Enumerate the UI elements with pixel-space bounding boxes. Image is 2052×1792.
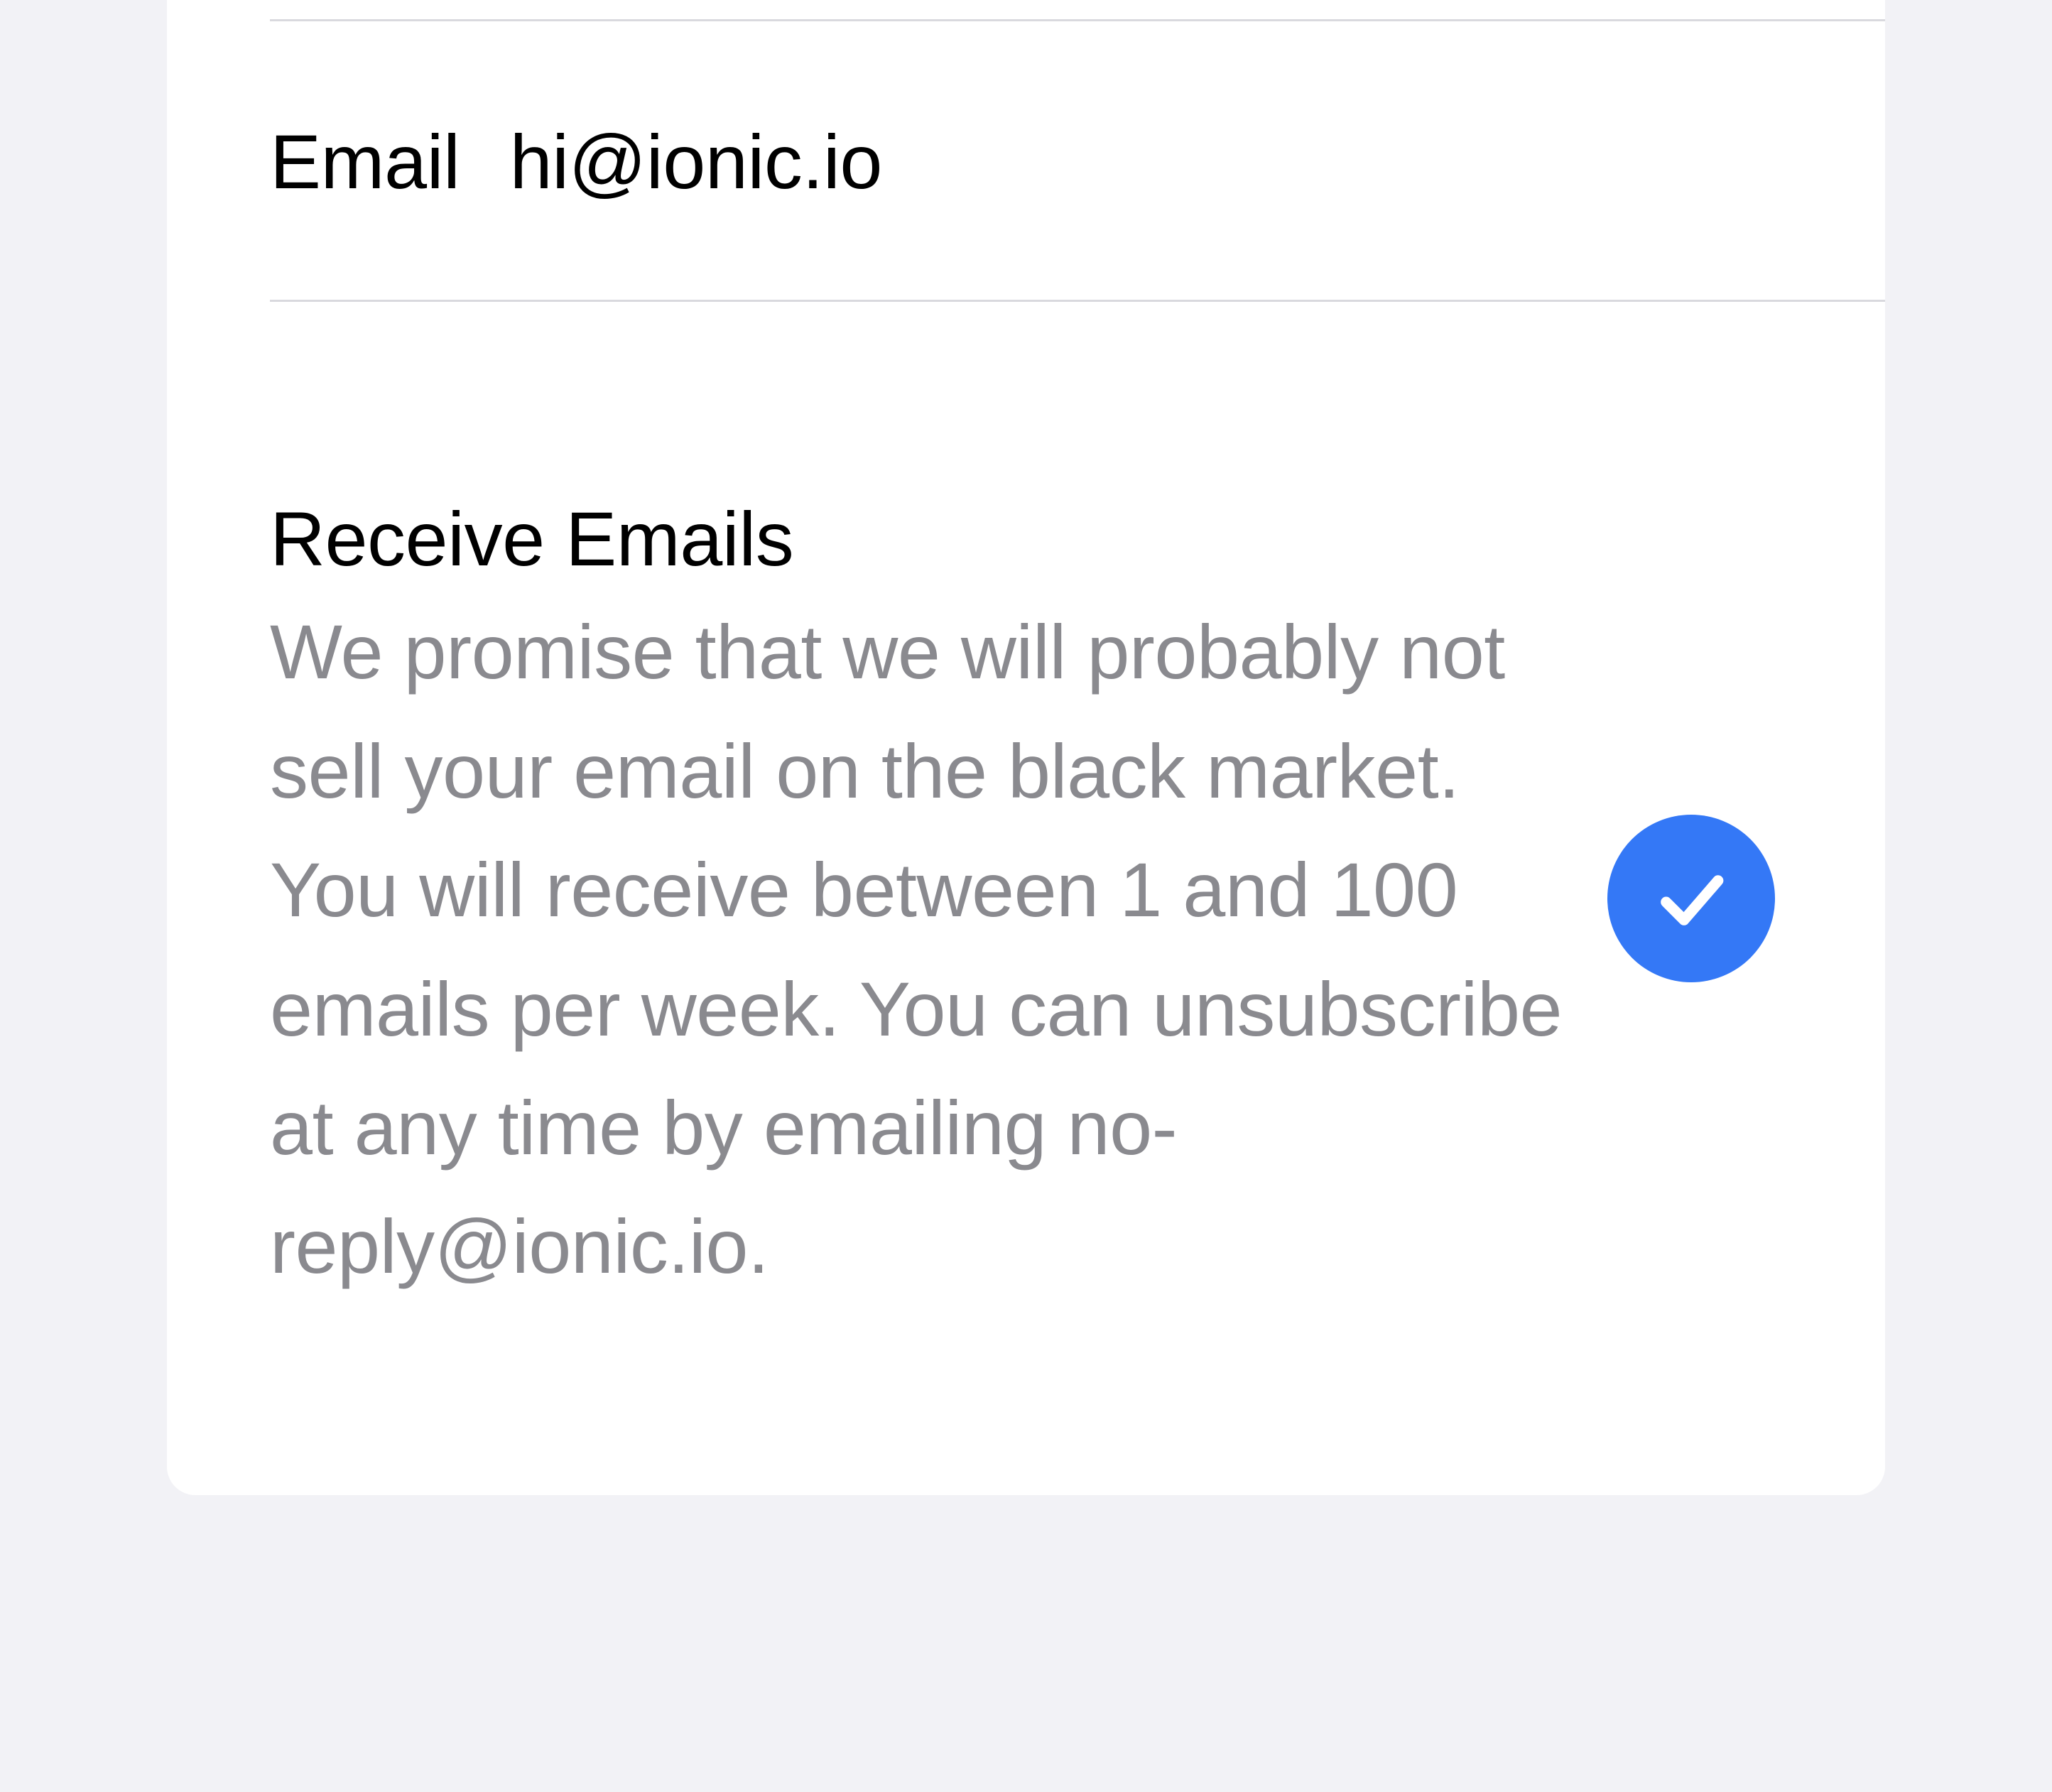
receive-emails-row: Receive Emails We promise that we will p… xyxy=(167,302,1885,1495)
email-label: Email xyxy=(270,116,510,208)
receive-emails-checkbox[interactable] xyxy=(1607,815,1775,982)
name-row: Name xyxy=(167,0,1885,21)
receive-emails-text: Receive Emails We promise that we will p… xyxy=(270,388,1607,1408)
settings-card: Name Email Receive Emails We promise tha… xyxy=(167,0,1885,1495)
email-input[interactable] xyxy=(510,116,1782,208)
receive-emails-title: Receive Emails xyxy=(270,388,1565,592)
checkmark-circle-icon xyxy=(1607,815,1775,982)
email-row: Email xyxy=(167,21,1885,302)
receive-emails-description: We promise that we will probably not sel… xyxy=(270,592,1565,1408)
